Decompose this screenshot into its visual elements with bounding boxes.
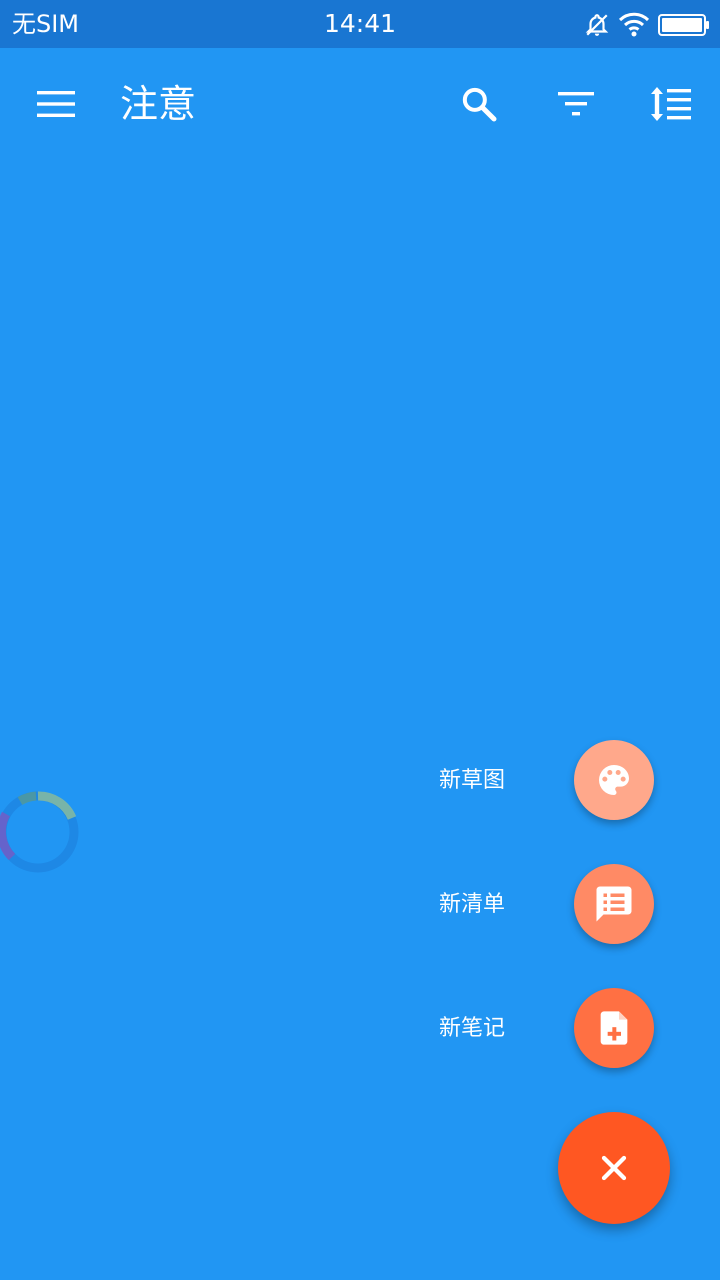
palette-icon — [599, 765, 629, 795]
filter-button[interactable] — [544, 72, 608, 136]
battery-full-icon — [658, 14, 709, 36]
app-toolbar: 注意 — [0, 48, 720, 160]
new-sketch-label: 新草图 — [438, 768, 505, 793]
wifi-icon — [618, 12, 650, 37]
status-icons — [576, 12, 710, 38]
checklist-icon — [596, 886, 632, 922]
close-icon — [601, 1155, 627, 1181]
status-bar: 无SIM 14:41 — [0, 0, 720, 48]
filter-icon — [558, 92, 594, 116]
menu-button[interactable] — [24, 72, 88, 136]
loading-spinner-icon — [0, 791, 79, 873]
new-note-button[interactable] — [574, 988, 654, 1068]
close-fab-button[interactable] — [558, 1112, 670, 1224]
new-note-label: 新笔记 — [438, 1016, 505, 1041]
new-note-icon — [600, 1011, 628, 1045]
search-icon — [462, 87, 497, 122]
page-title: 注意 — [120, 82, 197, 126]
new-sketch-button[interactable] — [574, 740, 654, 820]
notifications-off-icon — [585, 14, 609, 36]
search-button[interactable] — [447, 72, 511, 136]
sort-button[interactable] — [640, 72, 704, 136]
new-checklist-label: 新清单 — [438, 892, 505, 917]
sort-icon — [651, 87, 691, 121]
menu-icon — [37, 91, 75, 117]
new-checklist-button[interactable] — [574, 864, 654, 944]
